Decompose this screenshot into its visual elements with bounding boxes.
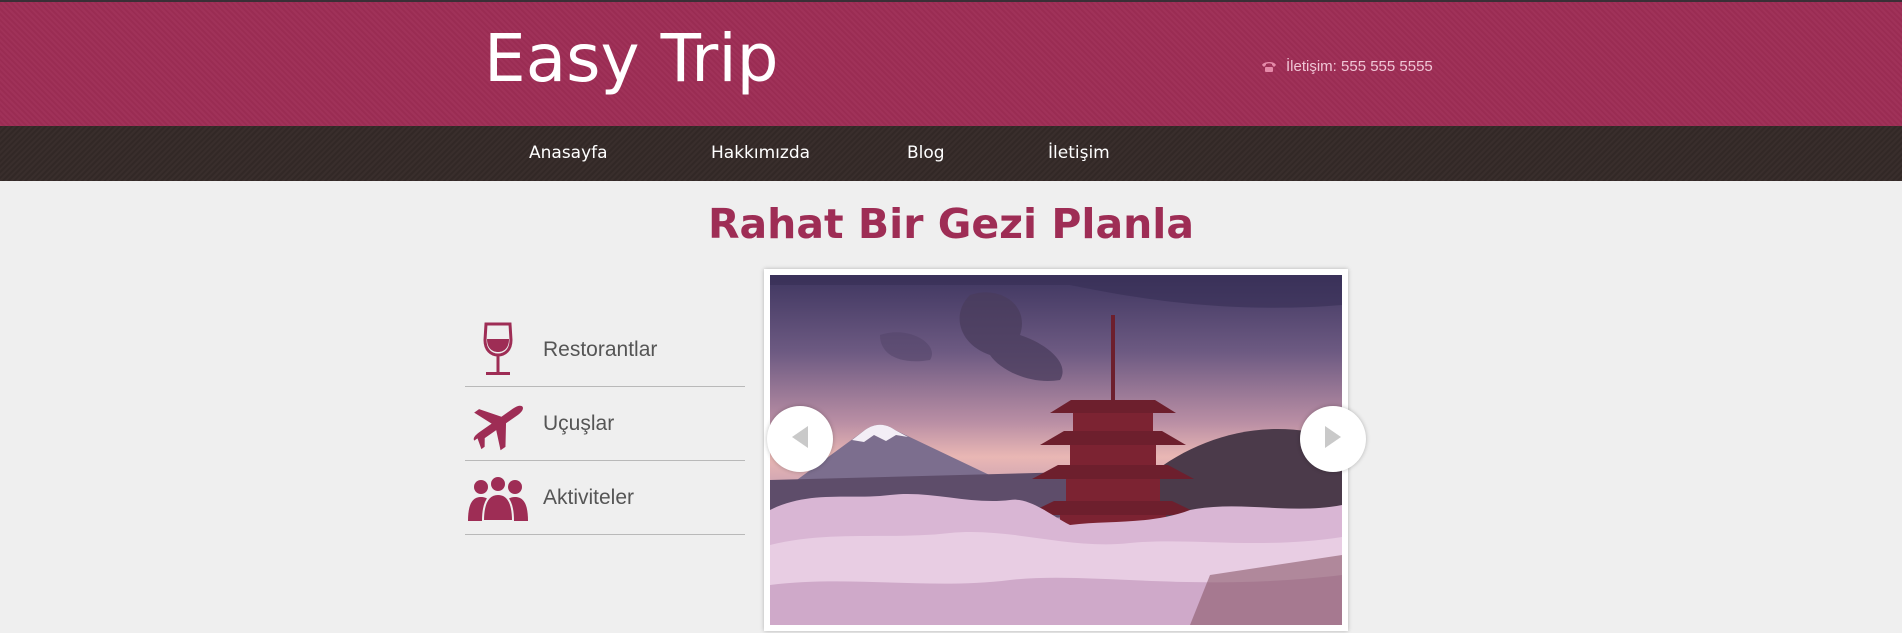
service-label-flights: Uçuşlar: [543, 411, 615, 435]
page-headline: Rahat Bir Gezi Planla: [707, 200, 1195, 248]
service-label-activities: Aktiviteler: [543, 485, 635, 509]
contact-info: İletişim: 555 555 5555: [1260, 58, 1433, 75]
service-label-restaurants: Restorantlar: [543, 337, 658, 361]
service-item-flights[interactable]: Uçuşlar: [465, 387, 745, 461]
nav-item-about[interactable]: Hakkımızda: [711, 143, 810, 163]
phone-icon: [1260, 60, 1278, 74]
service-item-activities[interactable]: Aktiviteler: [465, 461, 745, 535]
people-group-icon: [465, 468, 531, 528]
arrow-right-icon: [1323, 424, 1343, 455]
site-logo[interactable]: Easy Trip: [484, 20, 779, 97]
nav-item-blog[interactable]: Blog: [907, 143, 945, 163]
wine-glass-icon: [465, 320, 531, 380]
image-slider: [764, 269, 1348, 631]
slider-prev-button[interactable]: [767, 406, 833, 472]
service-item-restaurants[interactable]: Restorantlar: [465, 313, 745, 387]
arrow-left-icon: [790, 424, 810, 455]
slide-image: [770, 275, 1342, 625]
contact-text: İletişim: 555 555 5555: [1286, 58, 1433, 75]
nav-item-home[interactable]: Anasayfa: [529, 143, 608, 163]
main-nav: Anasayfa Hakkımızda Blog İletişim: [0, 126, 1902, 181]
slider-next-button[interactable]: [1300, 406, 1366, 472]
site-header: Easy Trip İletişim: 555 555 5555: [0, 0, 1902, 126]
nav-item-contact[interactable]: İletişim: [1048, 143, 1110, 163]
service-list: Restorantlar Uçuşlar Aktiviteler: [465, 313, 745, 535]
airplane-icon: [465, 394, 531, 454]
